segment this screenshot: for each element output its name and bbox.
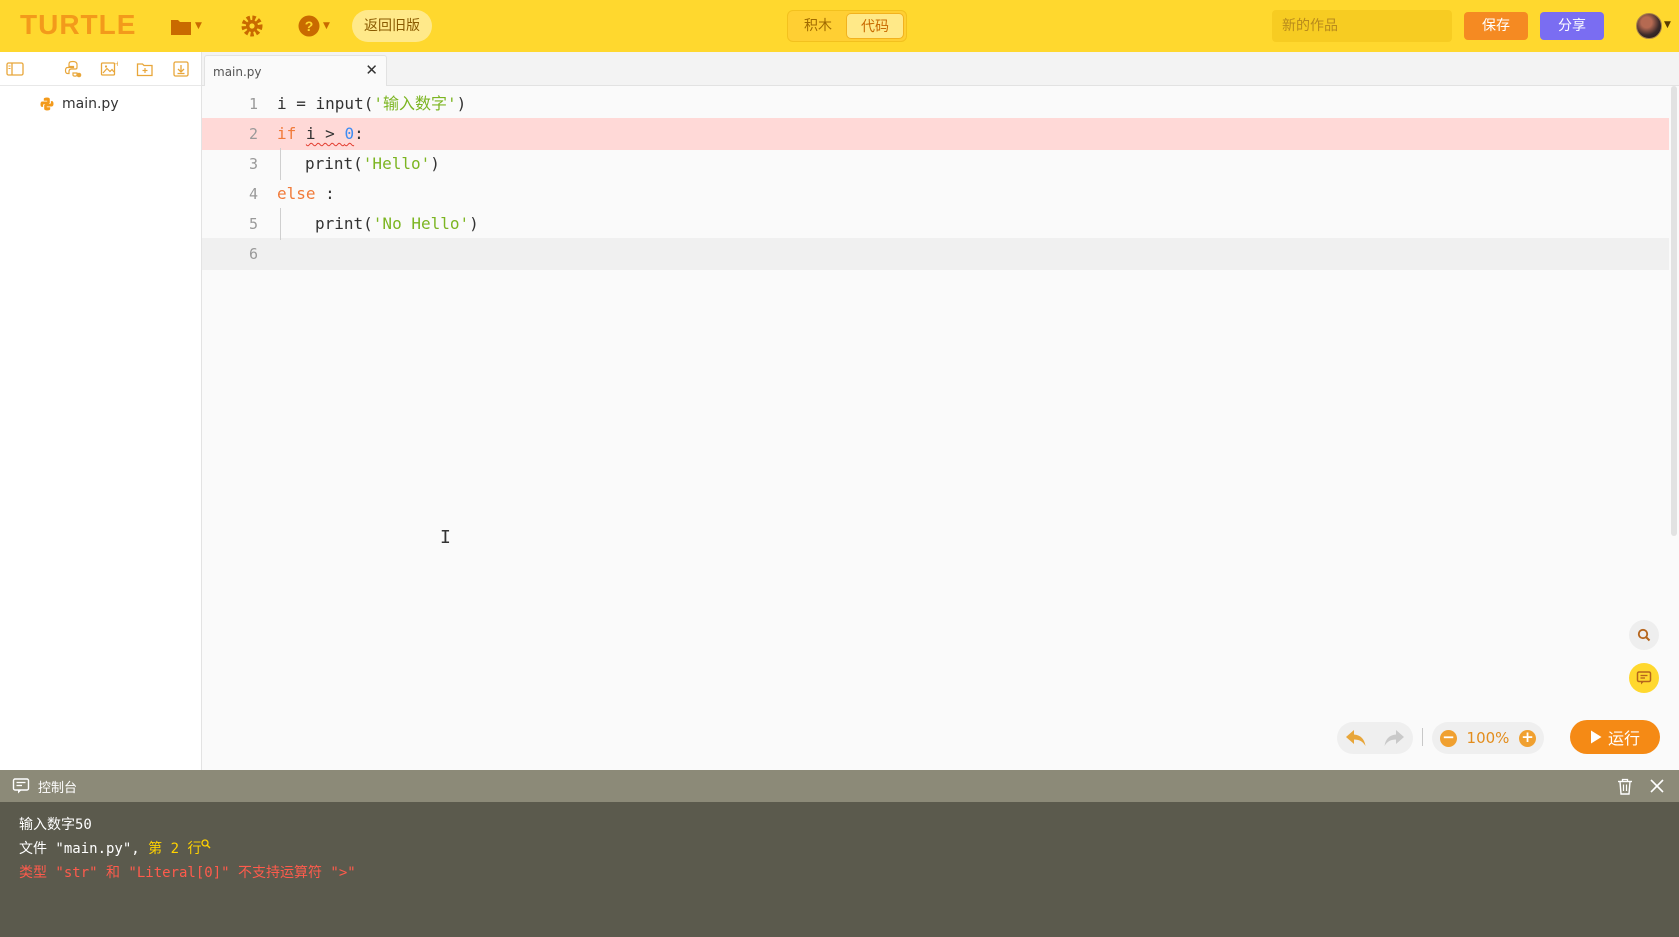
indent-guide [280,148,281,180]
code-line[interactable]: 1 i = input('输入数字') [202,88,1669,120]
chevron-down-icon[interactable]: ▼ [1664,20,1671,30]
code-line[interactable]: 4 else : [202,178,1669,210]
line-number: 6 [248,245,258,263]
feedback-button[interactable] [1629,663,1659,693]
play-icon [1590,730,1602,744]
close-icon[interactable] [1650,779,1664,793]
console-output: 输入数字50 文件 "main.py", 第 2 行 类型 "str" 和 "L… [0,802,1679,937]
console-header: 控制台 [0,770,1679,802]
close-icon[interactable]: ✕ [365,61,378,79]
folder-icon [171,20,191,35]
code-line[interactable]: 3 print('Hello') [202,148,1669,180]
line-ref-link[interactable]: 第 2 行 [148,841,201,857]
settings-button[interactable] [240,12,264,40]
gear-icon [241,15,263,37]
file-menu-button[interactable]: ▼ [170,12,202,40]
search-button[interactable] [1629,620,1659,650]
code-line-error[interactable]: 2 if i > 0: [202,118,1669,150]
redo-icon[interactable] [1383,729,1405,747]
console-icon [12,778,30,794]
line-number: 3 [248,155,258,173]
undo-redo-group [1337,722,1413,754]
text-cursor-icon: I [440,527,451,548]
code-line-current[interactable]: 6 [202,238,1669,270]
zoom-out-icon[interactable]: − [1440,729,1457,747]
python-file-icon [40,97,54,111]
code-editor[interactable]: 1 i = input('输入数字') 2 if i > 0: 3 print(… [202,86,1679,770]
tab-blocks[interactable]: 积木 [790,13,846,39]
code-text: if i > 0: [277,124,364,143]
editor-tabbar: main.py ✕ [202,52,1679,87]
svg-text:+: + [115,60,119,68]
avatar[interactable] [1636,13,1662,39]
toggle-sidebar-icon[interactable] [6,60,24,78]
save-button[interactable]: 保存 [1464,12,1528,40]
zoom-in-icon[interactable]: + [1518,729,1536,747]
code-text: else : [277,184,335,203]
file-name: main.py [62,96,119,112]
code-text: print('No Hello') [315,214,479,233]
run-button[interactable]: 运行 [1570,720,1660,754]
line-number: 2 [248,125,258,143]
zoom-level: 100% [1466,729,1510,747]
mode-switch: 积木 代码 [787,10,907,42]
file-sidebar: + main.py [0,52,202,770]
file-ref: 文件 "main.py", [19,841,149,857]
add-image-icon[interactable]: + [100,60,118,78]
top-toolbar: TURTLE ▼ ? ▼ 返回旧版 积木 代码 保存 分享 ▼ [0,0,1679,52]
new-python-file-icon[interactable] [64,60,82,78]
code-line[interactable]: 5 print('No Hello') [202,208,1669,240]
project-title-input[interactable] [1272,10,1452,42]
tab-label: main.py [213,65,262,79]
editor-scrollbar[interactable] [1671,86,1677,536]
tab-code[interactable]: 代码 [846,13,904,39]
share-button[interactable]: 分享 [1540,12,1604,40]
zoom-control: − 100% + [1432,722,1544,754]
console-line-file: 文件 "main.py", 第 2 行 [19,838,211,858]
code-text: i = input('输入数字') [277,94,467,113]
search-icon[interactable] [201,839,211,849]
code-text: print('Hello') [305,154,440,173]
back-to-old-version-button[interactable]: 返回旧版 [352,10,432,42]
help-menu-button[interactable]: ? ▼ [298,12,330,40]
trash-icon[interactable] [1617,778,1633,795]
help-icon: ? [298,15,320,37]
line-number: 1 [248,95,258,113]
file-item-main-py[interactable]: main.py [40,96,119,112]
line-number: 5 [248,215,258,233]
search-icon [1637,628,1651,642]
download-icon[interactable] [172,60,190,78]
console-line-error: 类型 "str" 和 "Literal[0]" 不支持运算符 ">" [19,865,356,881]
toolbar-divider [1422,728,1423,746]
undo-icon[interactable] [1345,729,1367,747]
line-number: 4 [248,185,258,203]
chevron-down-icon: ▼ [195,21,202,31]
console-title: 控制台 [38,781,78,796]
svg-text:?: ? [305,18,314,34]
console-line-output: 输入数字50 [19,817,92,833]
run-label: 运行 [1607,729,1640,748]
chat-icon [1636,671,1652,685]
app-logo: TURTLE [20,9,137,40]
chevron-down-icon: ▼ [323,21,330,31]
new-folder-icon[interactable] [136,60,154,78]
editor-tab-main-py[interactable]: main.py ✕ [204,55,387,87]
sidebar-toolbar: + [0,52,201,86]
indent-guide [280,208,281,240]
